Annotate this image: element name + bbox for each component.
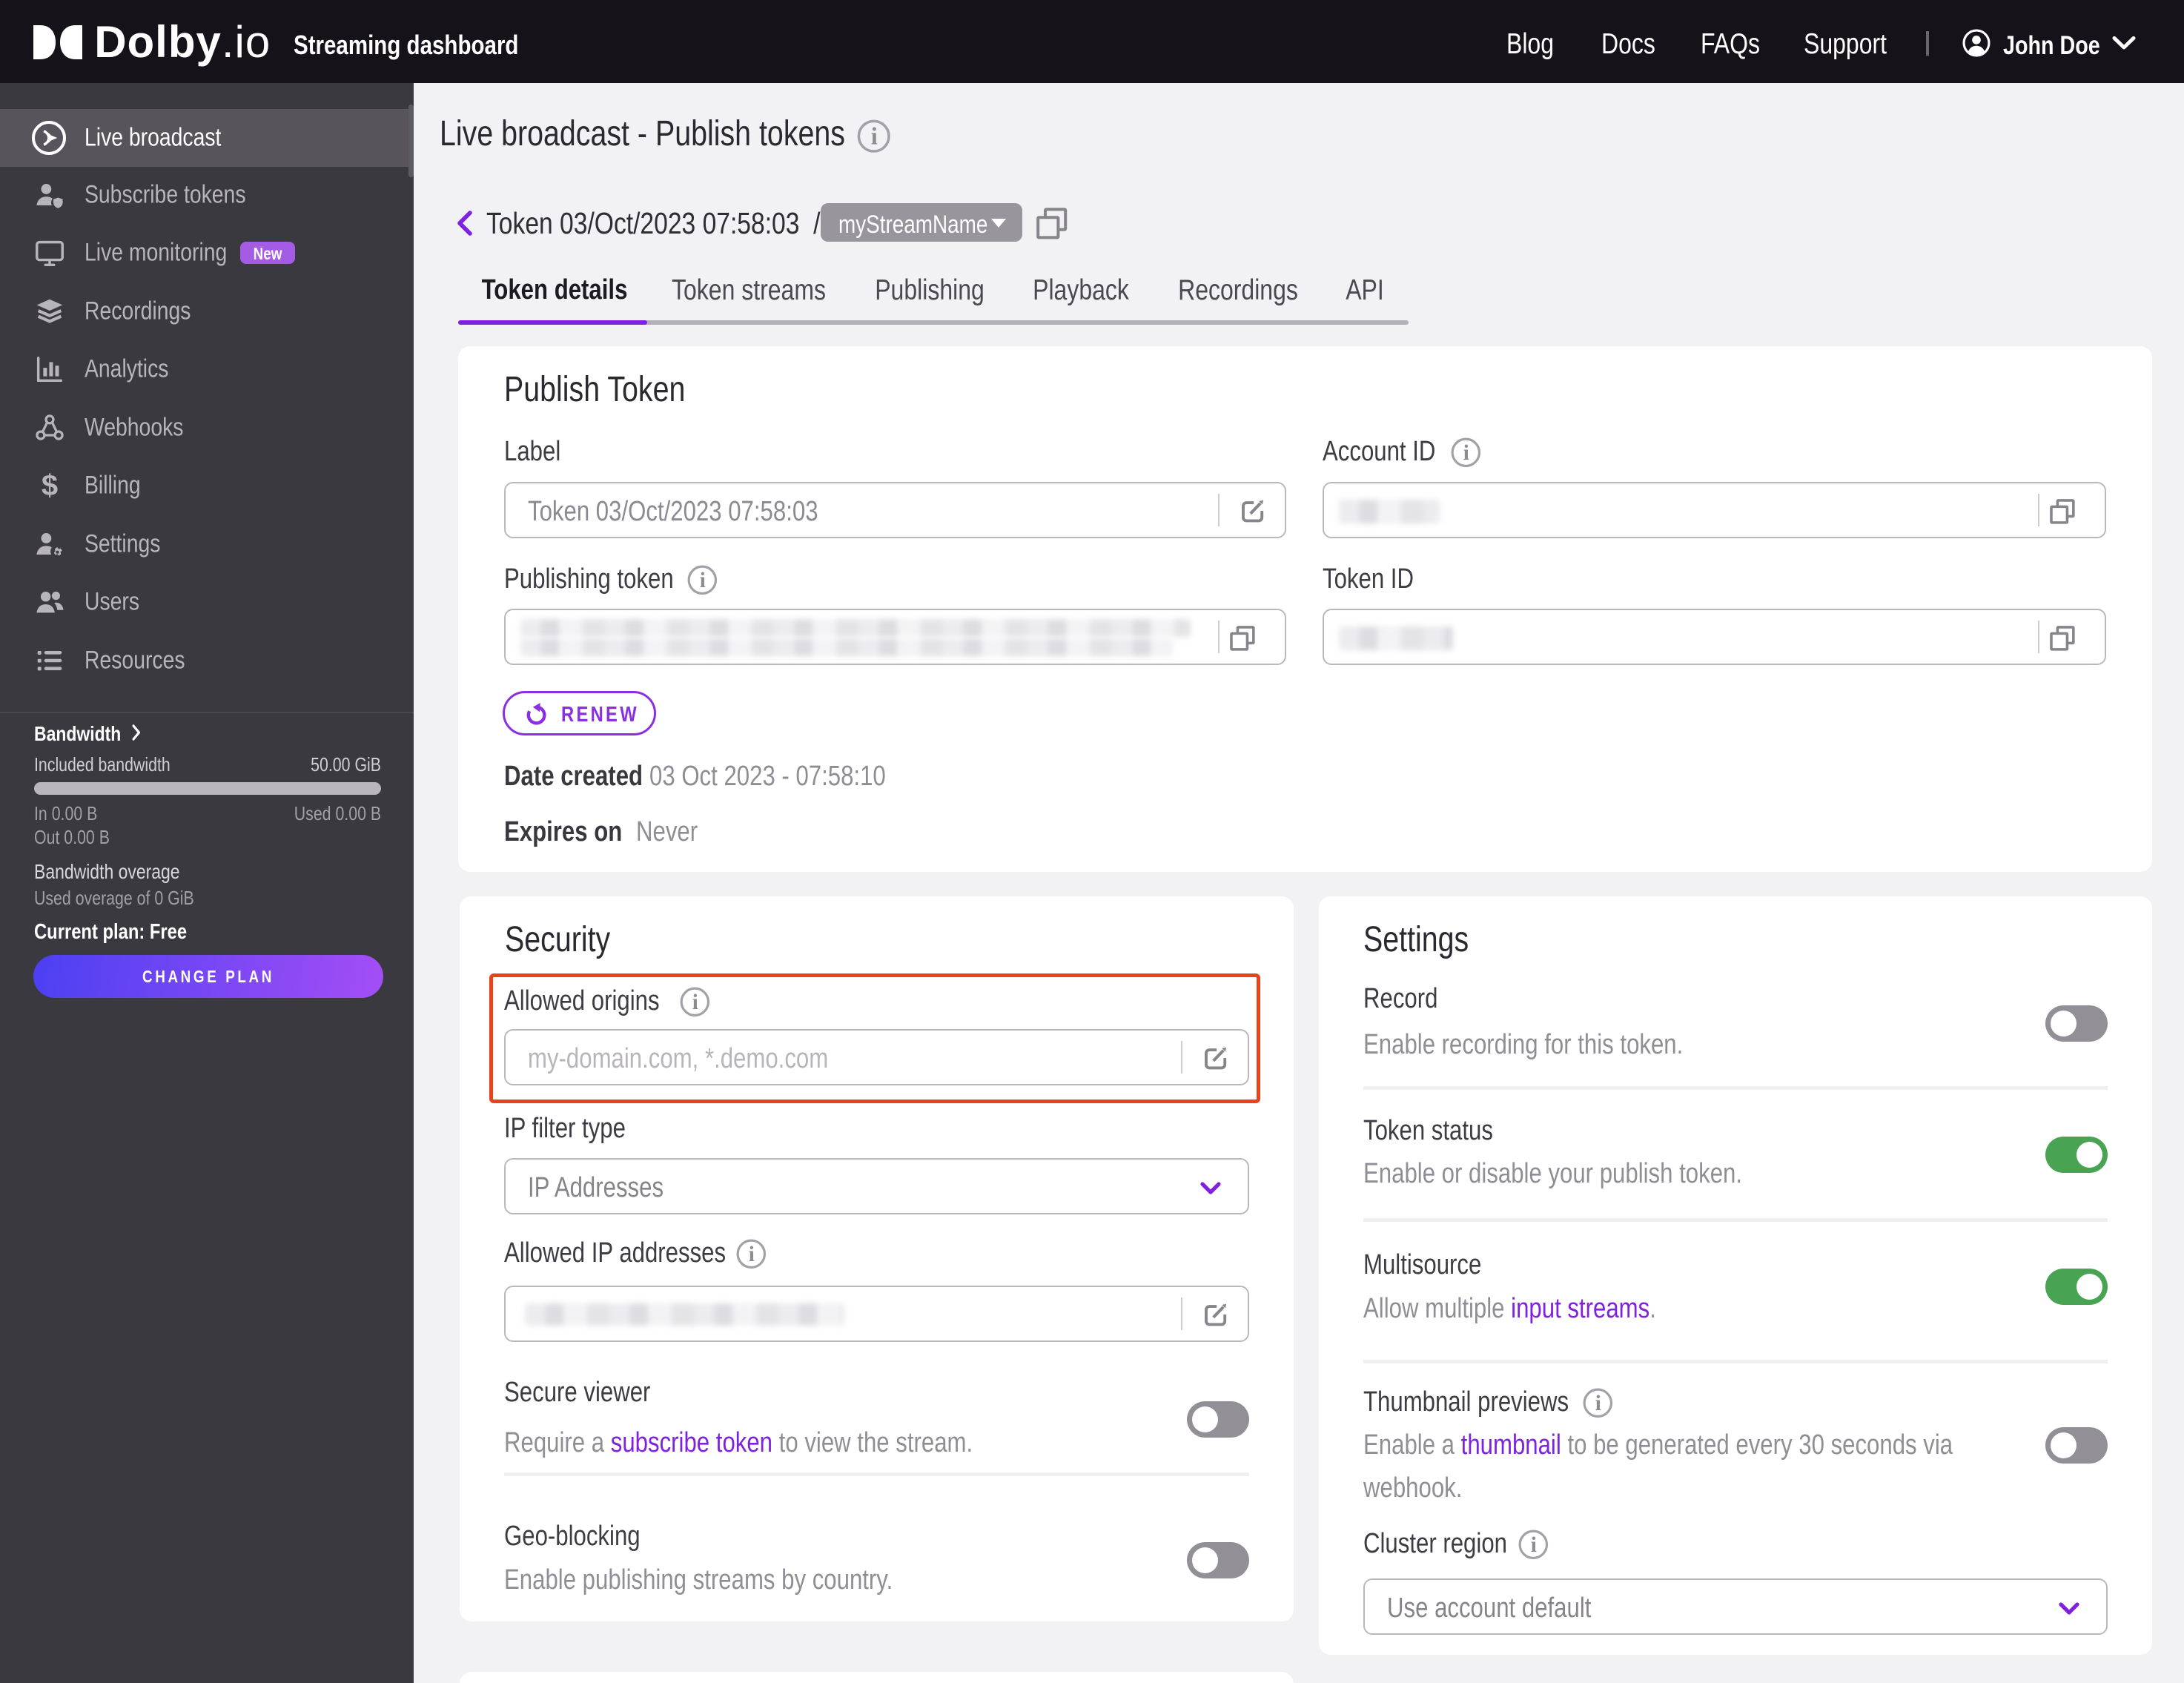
- svg-text:i: i: [700, 569, 706, 592]
- svg-text:i: i: [871, 123, 878, 150]
- svg-text:i: i: [749, 1243, 755, 1266]
- svg-text:i: i: [692, 991, 698, 1014]
- svg-text:i: i: [1531, 1533, 1537, 1557]
- svg-text:i: i: [1463, 441, 1469, 465]
- svg-text:i: i: [1595, 1392, 1601, 1415]
